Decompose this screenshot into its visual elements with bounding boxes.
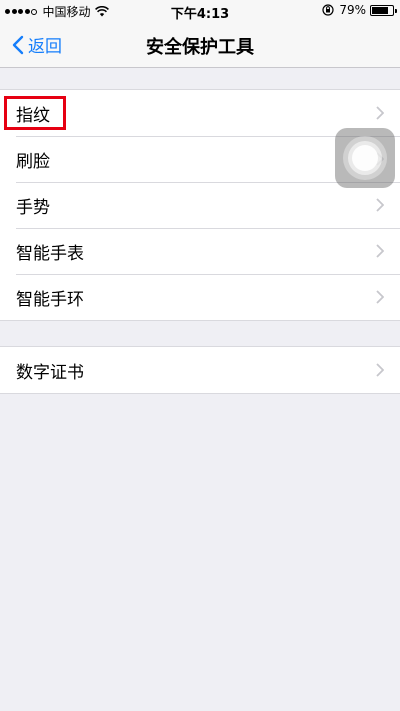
battery-percent: 79% [339, 3, 366, 17]
assistive-touch-button[interactable] [335, 128, 395, 188]
list-item-label: 刷脸 [16, 151, 50, 172]
list-item-digital-certificate[interactable]: 数字证书 [0, 347, 400, 393]
chevron-right-icon [376, 244, 384, 258]
chevron-right-icon [376, 363, 384, 377]
list-item-label: 智能手环 [16, 289, 84, 310]
page-title: 安全保护工具 [146, 37, 254, 58]
nav-bar: 返回 安全保护工具 [0, 22, 400, 68]
status-bar: 中国移动 下午4:13 79% [0, 0, 400, 22]
battery-icon [370, 4, 397, 16]
list-item-label: 手势 [16, 197, 50, 218]
battery-fill [372, 6, 388, 14]
rotation-lock-icon [322, 4, 334, 16]
list-item-smartband[interactable]: 智能手环 [0, 274, 400, 320]
chevron-right-icon [376, 106, 384, 120]
settings-group-2: 数字证书 [0, 346, 400, 394]
chevron-right-icon [376, 198, 384, 212]
list-item-label: 数字证书 [16, 362, 84, 383]
list-item-gesture[interactable]: 手势 [0, 182, 400, 228]
settings-group-1: 指纹 刷脸 手势 智能手表 智能手环 [0, 89, 400, 321]
status-right: 79% [322, 3, 397, 17]
list-item-label: 智能手表 [16, 243, 84, 264]
list-item-smartwatch[interactable]: 智能手表 [0, 228, 400, 274]
highlight-box [4, 96, 66, 130]
chevron-right-icon [376, 290, 384, 304]
